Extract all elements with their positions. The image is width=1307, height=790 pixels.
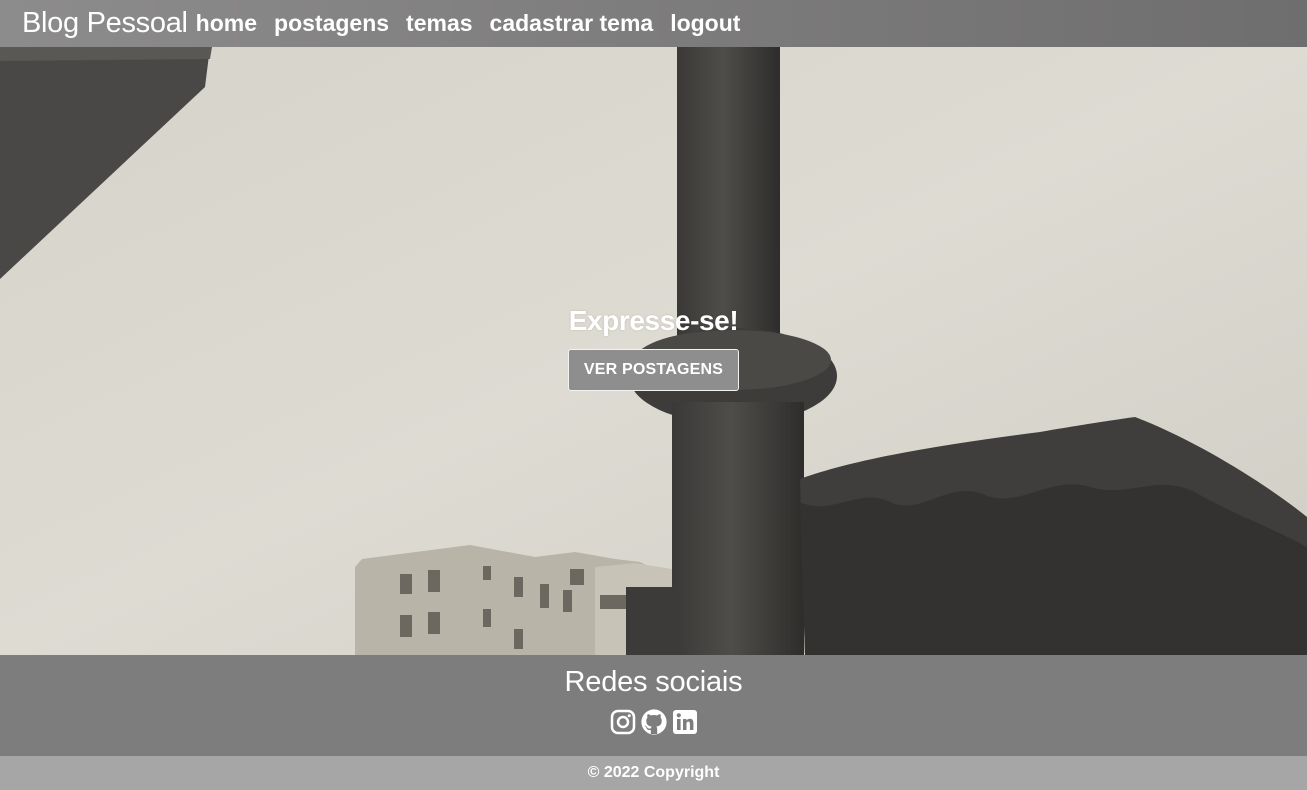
copyright-text: © 2022 Copyright [587, 764, 720, 781]
hero-title: Expresse-se! [568, 305, 739, 336]
instagram-icon[interactable] [609, 707, 637, 737]
nav-link-home[interactable]: home [196, 10, 257, 37]
hero-section: Expresse-se! VER POSTAGENS [0, 47, 1307, 655]
nav-link-logout[interactable]: logout [670, 10, 740, 37]
social-icons [609, 707, 699, 737]
nav-link-postagens[interactable]: postagens [274, 10, 389, 37]
github-icon[interactable] [640, 707, 668, 737]
brand-title[interactable]: Blog Pessoal [22, 7, 188, 40]
copyright-bar: © 2022 Copyright [0, 756, 1307, 790]
top-navbar: Blog Pessoal home postagens temas cadast… [0, 0, 1307, 47]
social-title: Redes sociais [564, 666, 743, 698]
hero-content: Expresse-se! VER POSTAGENS [0, 305, 1307, 391]
social-section: Redes sociais [0, 655, 1307, 756]
linkedin-icon[interactable] [671, 707, 699, 737]
nav-link-temas[interactable]: temas [406, 10, 472, 37]
ver-postagens-button[interactable]: VER POSTAGENS [567, 349, 740, 391]
nav-link-cadastrar-tema[interactable]: cadastrar tema [490, 10, 654, 37]
